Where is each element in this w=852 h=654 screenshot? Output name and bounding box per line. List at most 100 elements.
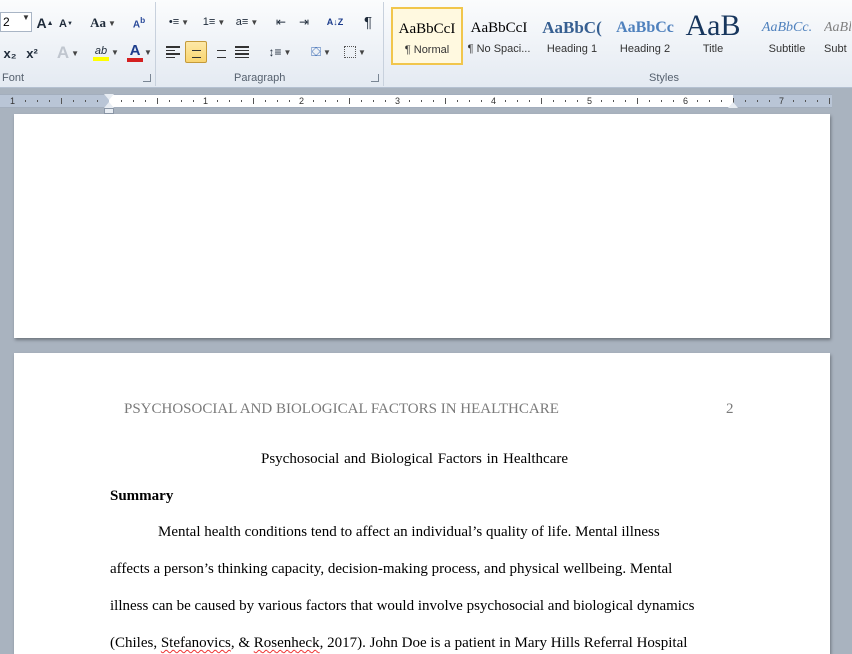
bullets-icon: •≡ xyxy=(168,16,180,28)
ruler-tick xyxy=(49,100,50,102)
align-right-icon xyxy=(212,46,226,58)
change-case-button[interactable]: Aa ▼ xyxy=(88,12,118,34)
ruler-tick xyxy=(529,100,530,102)
page-1[interactable] xyxy=(14,114,830,338)
ruler-number: 7 xyxy=(779,96,785,106)
ruler-tick xyxy=(673,100,674,102)
bullets-button[interactable]: •≡ ▼ xyxy=(162,11,196,33)
font-dialog-launcher-icon[interactable] xyxy=(143,74,151,82)
align-left-button[interactable] xyxy=(162,41,184,63)
multilevel-list-icon: a≡ xyxy=(235,16,249,28)
ruler-tick xyxy=(637,98,638,104)
ruler-number: 5 xyxy=(587,96,593,106)
line-spacing-button[interactable]: ↕≡ ▼ xyxy=(264,41,296,63)
group-separator xyxy=(383,2,384,86)
font-color-dropdown-icon[interactable]: ▼ xyxy=(144,48,152,57)
multilevel-list-button[interactable]: a≡ ▼ xyxy=(232,11,262,33)
ruler-tick xyxy=(469,100,470,102)
ruler-tick xyxy=(313,100,314,102)
right-indent-marker[interactable] xyxy=(728,102,738,108)
ruler-tick xyxy=(445,98,446,104)
styles-gallery: AaBbCcI ¶ Normal AaBbCcI ¶ No Spaci... A… xyxy=(389,7,852,67)
ruler-tick xyxy=(421,100,422,102)
ruler-tick xyxy=(553,100,554,102)
shading-button[interactable]: ⛋ ▼ xyxy=(306,41,336,63)
justify-button[interactable] xyxy=(231,41,253,63)
text-effects-button[interactable]: A ▼ xyxy=(55,42,81,64)
style-title[interactable]: AaB Title xyxy=(677,7,749,65)
borders-button[interactable]: ▼ xyxy=(340,41,370,63)
first-line-indent-marker[interactable] xyxy=(104,94,114,100)
spelling-error[interactable]: Stefanovics xyxy=(161,635,231,651)
style-heading-1[interactable]: AaBbC( Heading 1 xyxy=(536,7,608,65)
show-formatting-marks-button[interactable]: ¶ xyxy=(357,11,379,33)
body-line: illness can be caused by various factors… xyxy=(110,598,695,614)
section-heading: Summary xyxy=(110,488,174,504)
style-normal[interactable]: AaBbCcI ¶ Normal xyxy=(391,7,463,65)
numbering-icon: 1≡ xyxy=(202,16,216,28)
spelling-error[interactable]: Rosenheck xyxy=(254,635,320,651)
ruler-tick xyxy=(73,100,74,102)
align-center-button[interactable] xyxy=(185,41,207,63)
ruler-tick xyxy=(97,100,98,102)
justify-icon xyxy=(235,46,249,58)
subscript-button[interactable]: x₂ xyxy=(1,42,19,64)
ruler-number: 3 xyxy=(395,96,401,106)
page-2[interactable]: PSYCHOSOCIAL AND BIOLOGICAL FACTORS IN H… xyxy=(14,353,830,654)
align-right-button[interactable] xyxy=(208,41,230,63)
ruler-tick xyxy=(805,100,806,102)
ruler-tick xyxy=(385,100,386,102)
ruler-tick xyxy=(505,100,506,102)
grow-font-button[interactable]: A ▲ xyxy=(36,12,54,34)
ruler-tick xyxy=(229,100,230,102)
ruler-tick xyxy=(289,100,290,102)
body-line: affects a person’s thinking capacity, de… xyxy=(110,561,673,577)
paragraph-dialog-launcher-icon[interactable] xyxy=(371,74,379,82)
ruler-tick xyxy=(601,100,602,102)
styles-group-label: Styles xyxy=(649,72,679,84)
ruler-tick xyxy=(661,100,662,102)
font-color-bar xyxy=(127,58,143,62)
style-no-spacing[interactable]: AaBbCcI ¶ No Spaci... xyxy=(463,7,535,65)
ruler-number: 2 xyxy=(299,96,305,106)
ruler-tick xyxy=(769,100,770,102)
ruler-tick xyxy=(37,100,38,102)
ruler-tick xyxy=(157,98,158,104)
ruler-tick xyxy=(745,100,746,102)
ruler-tick xyxy=(613,100,614,102)
ruler-tick xyxy=(145,100,146,102)
ruler-number: 4 xyxy=(491,96,497,106)
ruler-tick xyxy=(433,100,434,102)
numbering-button[interactable]: 1≡ ▼ xyxy=(197,11,231,33)
ruler-tick xyxy=(253,98,254,104)
ruler-tick xyxy=(577,100,578,102)
ruler-tick xyxy=(337,100,338,102)
increase-indent-button[interactable]: ⇥ xyxy=(293,11,315,33)
decrease-indent-button[interactable]: ⇤ xyxy=(270,11,292,33)
clear-formatting-button[interactable]: Ab xyxy=(128,12,150,34)
paint-bucket-icon: ⛋ xyxy=(311,44,321,59)
style-subtle[interactable]: AaBl Subt xyxy=(823,7,852,65)
sort-button[interactable]: A↓Z xyxy=(323,11,347,33)
ruler-tick xyxy=(217,100,218,102)
ruler-tick xyxy=(181,100,182,102)
shrink-font-button[interactable]: A ▼ xyxy=(57,13,75,35)
ruler-number: 1 xyxy=(10,96,16,106)
document-title: Psychosocial and Biological Factors in H… xyxy=(261,451,568,467)
font-size-dropdown-icon[interactable]: ▼ xyxy=(22,13,30,22)
ruler-tick xyxy=(565,100,566,102)
horizontal-ruler[interactable]: 1 1 2 3 4 5 6 7 xyxy=(0,94,832,108)
ribbon: 2 ▼ A ▲ A ▼ Aa ▼ Ab x₂ x² A ▼ ab ▼ A ▼ Font … xyxy=(0,0,852,88)
ruler-tick xyxy=(325,100,326,102)
group-separator xyxy=(155,2,156,86)
superscript-button[interactable]: x² xyxy=(23,42,41,64)
ruler-tick xyxy=(793,100,794,102)
ruler-left-margin xyxy=(0,95,109,107)
ruler-tick xyxy=(541,98,542,104)
ruler-tick xyxy=(481,100,482,102)
ruler-tick xyxy=(457,100,458,102)
highlight-dropdown-icon[interactable]: ▼ xyxy=(111,48,119,57)
style-subtitle[interactable]: AaBbCc. Subtitle xyxy=(751,7,823,65)
style-heading-2[interactable]: AaBbCc Heading 2 xyxy=(609,7,681,65)
align-left-icon xyxy=(166,46,180,58)
